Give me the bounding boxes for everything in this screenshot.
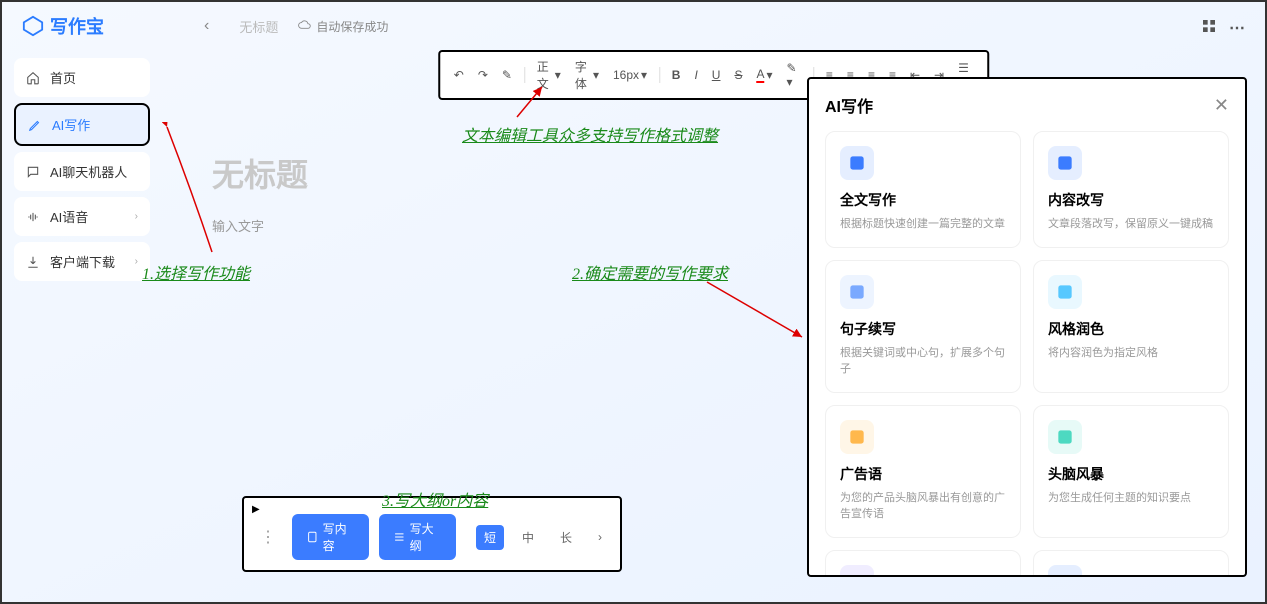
breadcrumb: 无标题: [239, 17, 278, 36]
close-icon[interactable]: ✕: [1214, 95, 1229, 116]
length-next-button[interactable]: ›: [590, 526, 610, 548]
highlight-button[interactable]: ✎ ▾: [783, 59, 806, 91]
title-input[interactable]: 无标题: [212, 150, 308, 196]
write-content-button[interactable]: 写内容: [292, 514, 369, 560]
ai-card-1[interactable]: 内容改写文章段落改写，保留原义一键成稿: [1033, 131, 1229, 248]
grid-icon[interactable]: [1201, 18, 1217, 34]
sidebar-item-label: AI聊天机器人: [50, 162, 127, 181]
sidebar-item-ai-write[interactable]: AI写作: [14, 103, 150, 146]
card-icon: [1048, 146, 1082, 180]
ai-card-2[interactable]: 句子续写根据关键词或中心句，扩展多个句子: [825, 260, 1021, 393]
ai-write-panel: AI写作 ✕ 全文写作根据标题快速创建一篇完整的文章内容改写文章段落改写，保留原…: [807, 77, 1247, 577]
card-desc: 将内容润色为指定风格: [1048, 345, 1214, 362]
card-title: 风格润色: [1048, 319, 1214, 339]
ai-card-6[interactable]: [825, 550, 1021, 578]
list-icon: [393, 530, 406, 544]
length-short-button[interactable]: 短: [476, 525, 504, 550]
write-outline-button[interactable]: 写大纲: [379, 514, 456, 560]
pen-icon: [28, 118, 42, 132]
card-title: 句子续写: [840, 319, 1006, 339]
ai-card-0[interactable]: 全文写作根据标题快速创建一篇完整的文章: [825, 131, 1021, 248]
app-logo: 写作宝: [22, 13, 104, 39]
card-icon: [840, 275, 874, 309]
more-icon[interactable]: ⋯: [1229, 18, 1245, 34]
top-bar: 写作宝 ‹ 无标题 自动保存成功 ⋯: [2, 2, 1265, 50]
redo-button[interactable]: ↷: [474, 66, 492, 84]
card-desc: 文章段落改写，保留原义一键成稿: [1048, 216, 1214, 233]
sidebar-item-home[interactable]: 首页: [14, 58, 150, 97]
card-icon: [1048, 275, 1082, 309]
paragraph-style-select[interactable]: 正文 ▾: [533, 56, 565, 94]
sidebar-item-label: 客户端下载: [50, 252, 115, 271]
chevron-right-icon: ›: [135, 211, 138, 222]
card-title: 内容改写: [1048, 190, 1214, 210]
sidebar-item-label: AI写作: [52, 115, 90, 134]
editor[interactable]: 无标题 输入文字: [212, 150, 308, 235]
chat-icon: [26, 165, 40, 179]
card-desc: 为您生成任何主题的知识要点: [1048, 490, 1214, 507]
voice-icon: [26, 210, 40, 224]
font-size-select[interactable]: 16px ▾: [609, 66, 651, 84]
format-painter-button[interactable]: ✎: [498, 66, 516, 84]
ai-card-3[interactable]: 风格润色将内容润色为指定风格: [1033, 260, 1229, 393]
length-mid-button[interactable]: 中: [514, 525, 542, 550]
font-color-button[interactable]: A ▾: [752, 65, 776, 85]
font-family-select[interactable]: 字体 ▾: [571, 56, 603, 94]
card-icon: [840, 565, 874, 578]
card-desc: 根据关键词或中心句，扩展多个句子: [840, 345, 1006, 378]
ai-card-7[interactable]: [1033, 550, 1229, 578]
italic-button[interactable]: I: [690, 66, 701, 84]
autosave-status: 自动保存成功: [298, 18, 388, 35]
body-input[interactable]: 输入文字: [212, 216, 308, 235]
card-icon: [840, 420, 874, 454]
collapse-triangle-icon[interactable]: ▶: [252, 504, 260, 515]
cloud-icon: [298, 19, 312, 33]
back-button[interactable]: ‹: [204, 17, 209, 35]
sidebar-item-download[interactable]: 客户端下载 ›: [14, 242, 150, 281]
sidebar-item-label: 首页: [50, 68, 76, 87]
card-desc: 根据标题快速创建一篇完整的文章: [840, 216, 1006, 233]
chevron-right-icon: ›: [135, 256, 138, 267]
bold-button[interactable]: B: [668, 66, 685, 84]
strike-button[interactable]: S: [730, 66, 746, 84]
card-icon: [840, 146, 874, 180]
sidebar-item-ai-voice[interactable]: AI语音 ›: [14, 197, 150, 236]
card-title: 广告语: [840, 464, 1006, 484]
home-icon: [26, 71, 40, 85]
sidebar-item-label: AI语音: [50, 207, 88, 226]
length-long-button[interactable]: 长: [552, 525, 580, 550]
panel-title: AI写作: [825, 93, 873, 117]
sidebar-item-ai-chat[interactable]: AI聊天机器人: [14, 152, 150, 191]
doc-icon: [306, 530, 319, 544]
underline-button[interactable]: U: [708, 66, 725, 84]
card-icon: [1048, 420, 1082, 454]
ai-action-bar: ▶ ⋮ 写内容 写大纲 短 中 长 ›: [242, 496, 622, 572]
ai-card-5[interactable]: 头脑风暴为您生成任何主题的知识要点: [1033, 405, 1229, 538]
card-icon: [1048, 565, 1082, 578]
card-title: 头脑风暴: [1048, 464, 1214, 484]
undo-button[interactable]: ↶: [450, 66, 468, 84]
card-title: 全文写作: [840, 190, 1006, 210]
app-name: 写作宝: [50, 13, 104, 39]
card-desc: 为您的产品头脑风暴出有创意的广告宣传语: [840, 490, 1006, 523]
download-icon: [26, 255, 40, 269]
drag-handle-icon[interactable]: ⋮: [254, 527, 282, 547]
sidebar: 首页 AI写作 AI聊天机器人 AI语音 › 客户端下载 ›: [2, 50, 162, 602]
ai-card-4[interactable]: 广告语为您的产品头脑风暴出有创意的广告宣传语: [825, 405, 1021, 538]
